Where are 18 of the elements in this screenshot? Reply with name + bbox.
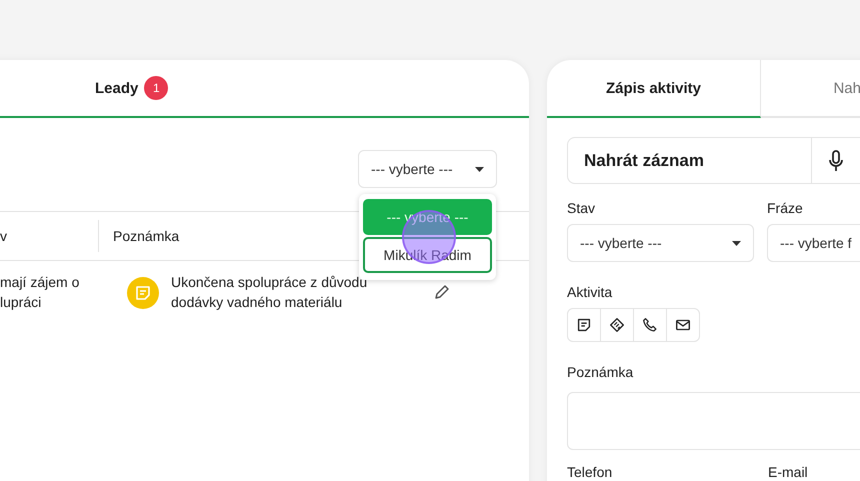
record-button[interactable]: Nahrát záznam bbox=[567, 137, 860, 184]
table-cell-text: mají zájem o lupráci bbox=[0, 273, 80, 312]
field-label: Aktivita bbox=[567, 284, 614, 300]
select-field[interactable]: --- vyberte f bbox=[767, 224, 860, 262]
column-header: Poznámka bbox=[112, 228, 180, 244]
field-label: E-mail bbox=[768, 464, 808, 480]
select-field[interactable]: --- vyberte --- bbox=[567, 224, 754, 262]
tab[interactable]: Nah bbox=[761, 60, 860, 118]
field-label: Telefon bbox=[567, 464, 614, 480]
field-label: Fráze bbox=[767, 200, 804, 216]
filter-select[interactable]: --- vyberte --- bbox=[358, 150, 497, 188]
count-badge: 1 bbox=[144, 76, 168, 100]
tab[interactable]: Leady 1 bbox=[95, 60, 168, 116]
field-label: Stav bbox=[567, 200, 596, 216]
table-cell-text: Ukončena spolupráce z důvodu dodávky vadného materiálu bbox=[171, 273, 368, 312]
field-label: Poznámka bbox=[567, 364, 634, 380]
column-header: v bbox=[0, 220, 99, 252]
tab[interactable]: Zápis aktivity bbox=[547, 60, 761, 118]
